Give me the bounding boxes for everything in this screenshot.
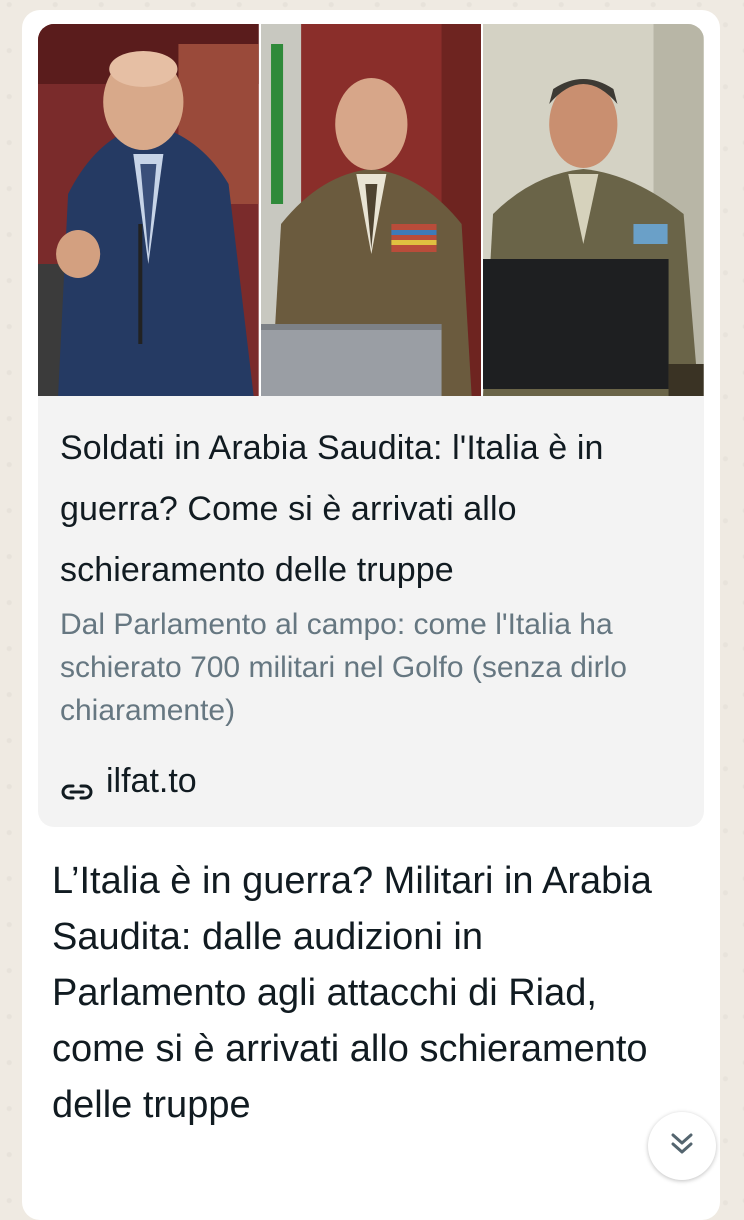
preview-description: Dal Parlamento al campo: come l'Italia h… <box>60 608 627 727</box>
message-bubble[interactable]: Soldati in Arabia Saudita: l'Italia è in… <box>22 10 720 1220</box>
preview-title: Soldati in Arabia Saudita: l'Italia è in… <box>60 429 604 589</box>
scroll-to-bottom-button[interactable] <box>648 1112 716 1180</box>
preview-photo-politician <box>38 24 259 396</box>
preview-text-block[interactable]: Soldati in Arabia Saudita: l'Italia è in… <box>38 396 704 827</box>
preview-domain-row[interactable]: ilfat.to <box>60 762 682 801</box>
preview-domain: ilfat.to <box>106 762 197 800</box>
preview-image-collage[interactable] <box>38 24 704 396</box>
preview-photo-general <box>260 24 482 396</box>
chevrons-down-icon <box>667 1129 697 1164</box>
link-preview-card[interactable]: Soldati in Arabia Saudita: l'Italia è in… <box>38 24 704 827</box>
message-text: L’Italia è in guerra? Militari in Arabia… <box>52 860 652 1126</box>
preview-photo-officer <box>483 24 704 396</box>
link-icon <box>60 772 94 799</box>
